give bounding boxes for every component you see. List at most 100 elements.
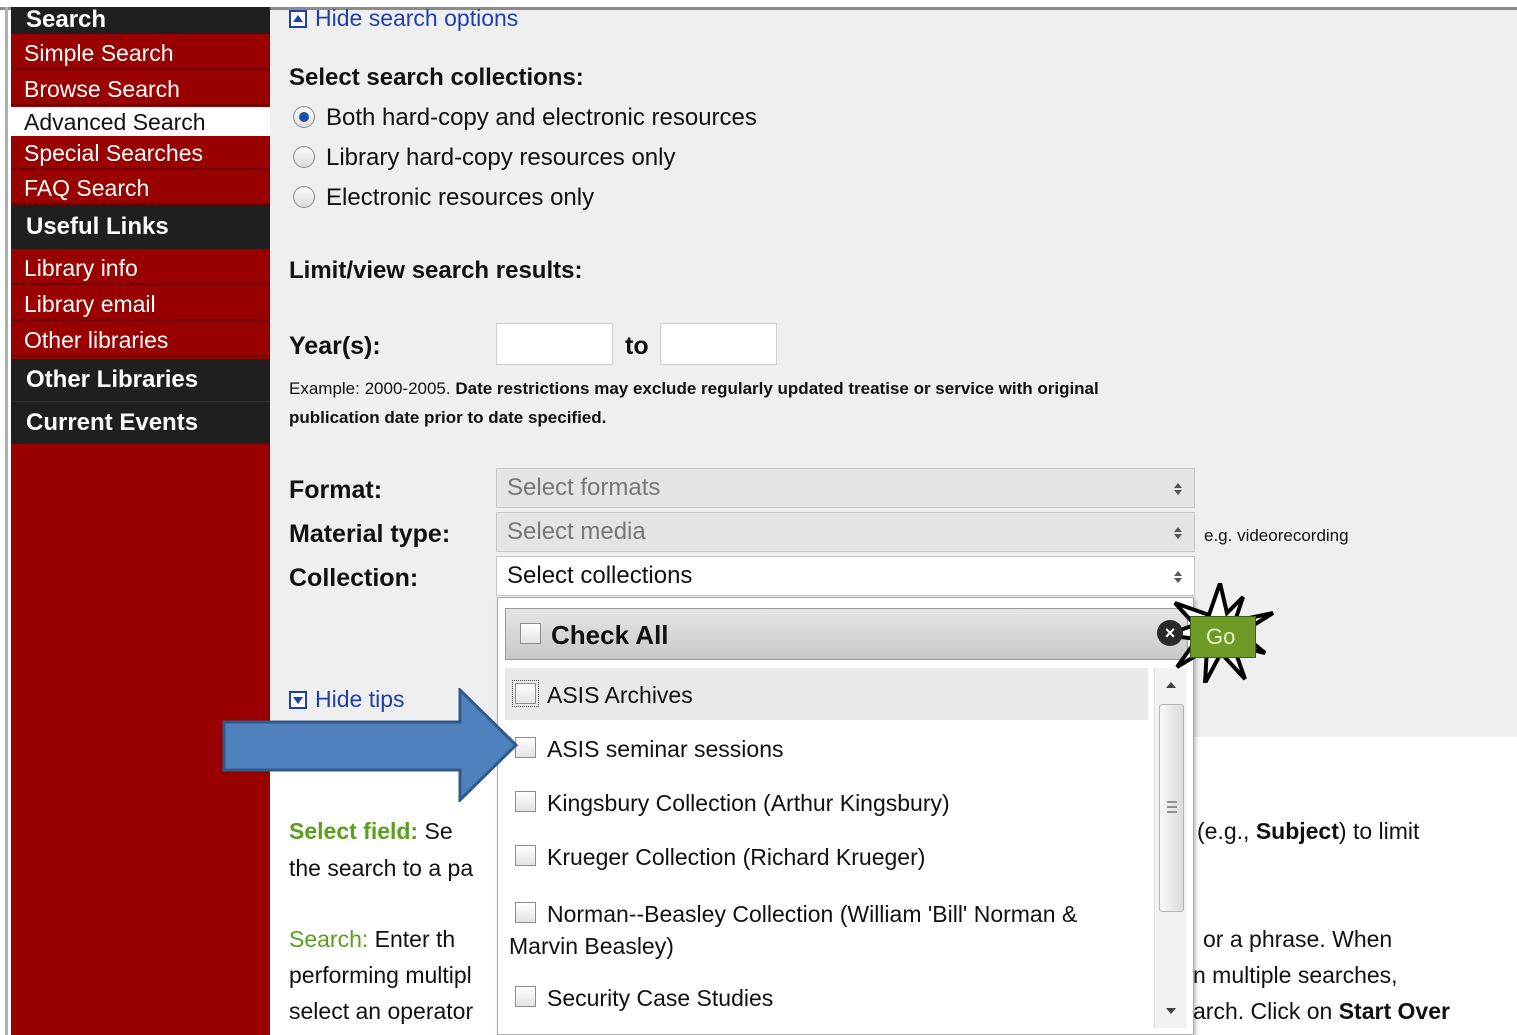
radio-hardcopy-only[interactable]: Library hard-copy resources only xyxy=(293,144,676,172)
grip-line xyxy=(1167,811,1177,813)
example-warning-line2: publication date prior to date specified… xyxy=(289,408,607,427)
list-item[interactable]: ASIS seminar sessions xyxy=(505,722,1148,774)
grip-line xyxy=(1167,806,1177,808)
updown-arrows-icon xyxy=(1174,483,1182,495)
item-label-line2: Marvin Beasley) xyxy=(509,933,674,959)
list-item[interactable]: Krueger Collection (Richard Krueger) xyxy=(505,830,1148,882)
material-type-select[interactable]: Select media xyxy=(496,512,1195,552)
list-item[interactable]: ASIS Archives xyxy=(505,668,1148,720)
sidebar-heading-other-libraries[interactable]: Other Libraries xyxy=(11,359,270,401)
item-label: Krueger Collection (Richard Krueger) xyxy=(547,844,926,870)
item-label: ASIS seminar sessions xyxy=(547,736,784,762)
item-checkbox[interactable] xyxy=(515,902,536,923)
material-select-value: Select media xyxy=(507,518,646,545)
collapse-up-icon xyxy=(289,10,307,28)
start-over-text: Start Over xyxy=(1338,998,1450,1024)
tip-select-field-example: (e.g., Subject) to limit xyxy=(1197,818,1419,845)
years-label: Year(s): xyxy=(289,332,381,360)
example-warning-line1: Date restrictions may exclude regularly … xyxy=(455,379,1099,398)
tip-line-5-continued: arch. Click on Start Over xyxy=(1193,998,1450,1025)
radio-electronic-only[interactable]: Electronic resources only xyxy=(293,184,594,212)
year-from-input[interactable] xyxy=(496,323,613,365)
tip-search-label: Search: xyxy=(289,926,369,952)
item-label: Security Case Studies xyxy=(547,985,774,1011)
format-select-value: Select formats xyxy=(507,474,661,501)
tip-search-continued: or a phrase. When xyxy=(1203,926,1393,952)
tip-eg-bold: Subject xyxy=(1255,818,1339,844)
dropdown-scrollbar[interactable] xyxy=(1154,668,1187,1028)
tip-search: Search: Enter th xyxy=(289,926,455,953)
check-all-header[interactable]: Check All xyxy=(505,608,1188,660)
sidebar-item-browse-search[interactable]: Browse Search xyxy=(11,72,270,106)
radio-button[interactable] xyxy=(293,106,315,128)
tip-select-field-text: Se xyxy=(424,818,453,844)
scroll-down-icon[interactable] xyxy=(1166,1008,1176,1014)
radio-label: Library hard-copy resources only xyxy=(326,144,676,171)
tip-line-4: performing multipl xyxy=(289,962,472,988)
sidebar-item-simple-search[interactable]: Simple Search xyxy=(11,36,270,70)
item-checkbox[interactable] xyxy=(515,845,536,866)
collection-select[interactable]: Select collections xyxy=(496,556,1195,596)
collection-select-value: Select collections xyxy=(507,562,693,589)
tip-eg-prefix: (e.g., xyxy=(1197,818,1256,844)
close-icon[interactable]: × xyxy=(1157,620,1183,646)
sidebar-item-advanced-search[interactable]: Advanced Search xyxy=(11,107,270,136)
material-type-hint: e.g. videorecording xyxy=(1204,526,1349,545)
tip-select-field: Select field: Se xyxy=(289,818,453,845)
item-label: Kingsbury Collection (Arthur Kingsbury) xyxy=(547,790,950,816)
sidebar-item-library-email[interactable]: Library email xyxy=(11,287,270,321)
format-select[interactable]: Select formats xyxy=(496,468,1195,508)
radio-label: Electronic resources only xyxy=(326,184,595,211)
hide-search-options-label: Hide search options xyxy=(315,5,519,31)
date-example-line1: Example: 2000-2005. Date restrictions ma… xyxy=(289,374,1099,404)
sidebar: Search Simple Search Browse Search Advan… xyxy=(11,7,270,1035)
radio-both-resources[interactable]: Both hard-copy and electronic resources xyxy=(293,104,757,132)
updown-arrows-icon xyxy=(1174,527,1182,539)
tip-line-5-text: arch. Click on xyxy=(1193,998,1339,1024)
sidebar-heading-useful-links[interactable]: Useful Links xyxy=(11,205,270,249)
radio-label: Both hard-copy and electronic resources xyxy=(326,104,757,131)
window-left-border xyxy=(5,7,8,1035)
item-label: Norman--Beasley Collection (William 'Bil… xyxy=(547,901,1078,927)
right-arrow-annotation-icon xyxy=(222,688,518,802)
radio-button[interactable] xyxy=(293,146,315,168)
list-item[interactable]: Kingsbury Collection (Arthur Kingsbury) xyxy=(505,776,1148,828)
collections-dropdown[interactable]: Check All ASIS Archives ASIS seminar ses… xyxy=(497,597,1194,1035)
go-button[interactable]: Go xyxy=(1190,616,1256,658)
sidebar-item-library-info[interactable]: Library info xyxy=(11,251,270,285)
year-to-input[interactable] xyxy=(660,323,777,365)
check-all-label: Check All xyxy=(551,620,669,650)
radio-button[interactable] xyxy=(293,186,315,208)
sidebar-item-other-libraries[interactable]: Other libraries xyxy=(11,323,270,357)
sidebar-heading-current-events[interactable]: Current Events xyxy=(11,402,270,444)
item-checkbox[interactable] xyxy=(515,791,536,812)
item-checkbox[interactable] xyxy=(515,986,536,1007)
grip-line xyxy=(1167,801,1177,803)
collection-label: Collection: xyxy=(289,564,419,592)
tip-select-field-label: Select field: xyxy=(289,818,419,844)
hide-search-options-link[interactable]: Hide search options xyxy=(289,5,518,32)
years-to-label: to xyxy=(625,332,649,360)
sidebar-item-special-searches[interactable]: Special Searches xyxy=(11,136,270,170)
list-item[interactable]: Security Case Studies xyxy=(505,976,1148,1028)
example-prefix: Example: 2000-2005. xyxy=(289,379,451,398)
format-label: Format: xyxy=(289,476,383,504)
sidebar-item-faq-search[interactable]: FAQ Search xyxy=(11,171,270,205)
updown-arrows-icon xyxy=(1174,571,1182,583)
tip-search-text: Enter th xyxy=(374,926,456,952)
item-label: ASIS Archives xyxy=(547,682,693,708)
date-example-line2: publication date prior to date specified… xyxy=(289,403,606,433)
item-checkbox[interactable] xyxy=(512,680,539,707)
tip-eg-suffix: ) to limit xyxy=(1338,818,1420,844)
material-type-label: Material type: xyxy=(289,520,451,548)
tip-line-2: the search to a pa xyxy=(289,855,474,881)
tip-line-5: select an operator xyxy=(289,998,474,1024)
sidebar-heading-search: Search xyxy=(11,7,270,34)
collections-heading: Select search collections: xyxy=(289,64,584,91)
list-item[interactable]: Norman--Beasley Collection (William 'Bil… xyxy=(505,888,1148,968)
limit-results-heading: Limit/view search results: xyxy=(289,257,583,284)
scrollbar-thumb[interactable] xyxy=(1159,704,1184,912)
item-checkbox[interactable] xyxy=(515,737,536,758)
check-all-checkbox[interactable] xyxy=(520,623,541,644)
tip-line-4-continued: n multiple searches, xyxy=(1193,962,1398,988)
